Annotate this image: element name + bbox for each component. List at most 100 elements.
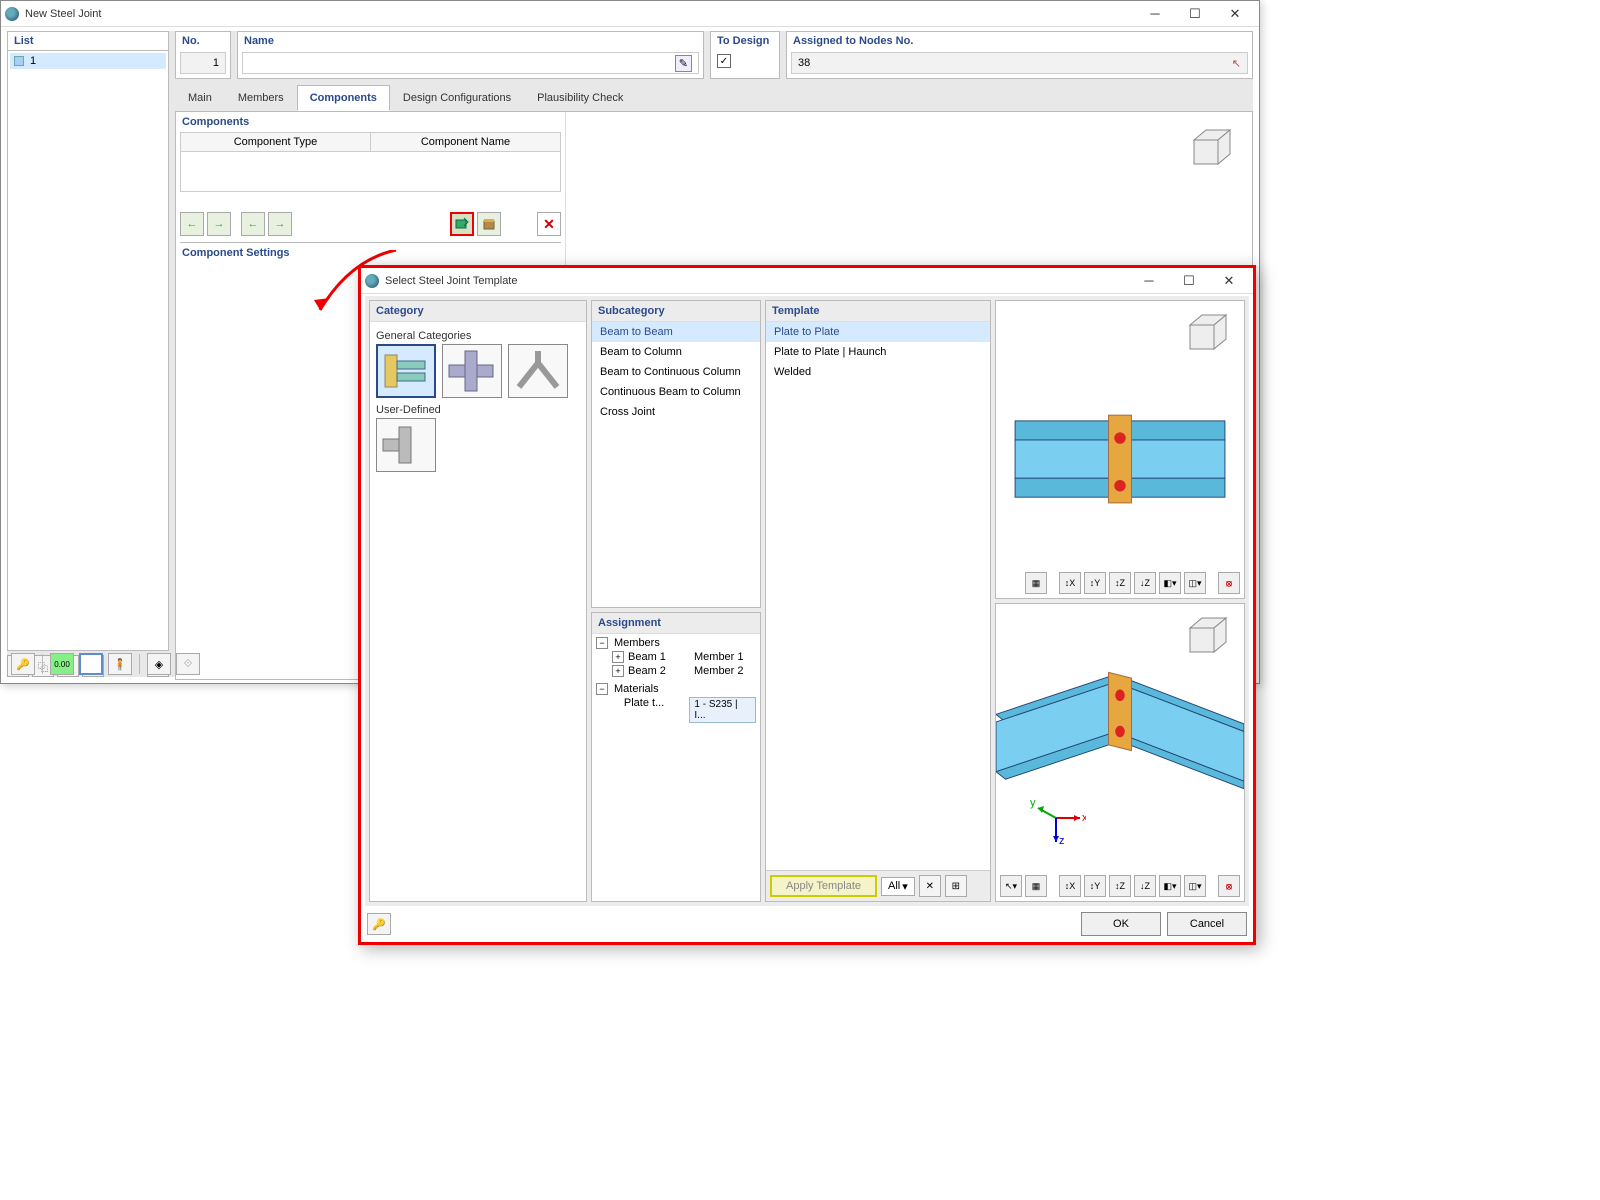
subcategory-item[interactable]: Cross Joint: [592, 402, 760, 422]
units-button[interactable]: 0.00: [50, 653, 74, 675]
col-type: Component Type: [181, 133, 370, 151]
orientation-cube-icon[interactable]: [1182, 122, 1242, 176]
dialog-close-button[interactable]: ✕: [1209, 269, 1249, 293]
render-button[interactable]: ◫▾: [1184, 572, 1206, 594]
ok-button[interactable]: OK: [1081, 912, 1161, 936]
library-button[interactable]: [477, 212, 501, 236]
components-header: Components: [180, 112, 561, 132]
render-button[interactable]: ◫▾: [1184, 875, 1206, 897]
reset-view-button[interactable]: ⦻: [1218, 875, 1240, 897]
template-item[interactable]: Welded: [766, 362, 990, 382]
expand-icon[interactable]: +: [612, 665, 624, 677]
pick-nodes-icon[interactable]: ↖: [1232, 57, 1241, 70]
materials-label: Materials: [612, 683, 659, 695]
orientation-cube-icon[interactable]: [1178, 307, 1238, 361]
template-dialog: Select Steel Joint Template ─ ☐ ✕ Catego…: [358, 265, 1256, 945]
dialog-titlebar: Select Steel Joint Template ─ ☐ ✕: [361, 268, 1253, 294]
subcategory-item[interactable]: Beam to Continuous Column: [592, 362, 760, 382]
iso-button[interactable]: ◧▾: [1159, 875, 1181, 897]
list-header: List: [7, 31, 169, 51]
collapse-icon[interactable]: −: [596, 637, 608, 649]
tab-design-config[interactable]: Design Configurations: [390, 85, 524, 111]
axis-neg-z-button[interactable]: ↓Z: [1134, 572, 1156, 594]
template-item[interactable]: Plate to Plate: [766, 322, 990, 342]
orientation-cube-icon[interactable]: [1178, 610, 1238, 664]
axis-y-button[interactable]: ↕Y: [1084, 572, 1106, 594]
components-table[interactable]: Component Type Component Name: [180, 132, 561, 192]
axis-x-button[interactable]: ↕X: [1059, 875, 1081, 897]
cancel-button[interactable]: Cancel: [1167, 912, 1247, 936]
assignment-header: Assignment: [592, 613, 760, 634]
template-header: Template: [766, 301, 990, 322]
category-thumb-3[interactable]: [508, 344, 568, 398]
assignment-preview-3d[interactable]: x y z ↖▾ ▦ ↕X ↕Y ↕Z ↓Z: [995, 603, 1245, 902]
design-checkbox[interactable]: [717, 54, 731, 68]
cursor-button[interactable]: ↖▾: [1000, 875, 1022, 897]
view-mode-button[interactable]: ▦: [1025, 875, 1047, 897]
apply-template-button[interactable]: Apply Template: [770, 875, 877, 897]
list-item-label: 1: [30, 55, 36, 67]
edit-name-icon[interactable]: ✎: [675, 55, 692, 72]
template-preview-3d[interactable]: ▦ ↕X ↕Y ↕Z ↓Z ◧▾ ◫▾ ⦻: [995, 300, 1245, 599]
category-thumb-2[interactable]: [442, 344, 502, 398]
tab-components[interactable]: Components: [297, 85, 390, 111]
axis-y-button[interactable]: ↕Y: [1084, 875, 1106, 897]
filter-dropdown[interactable]: All▾: [881, 877, 915, 896]
axis-x-button[interactable]: ↕X: [1059, 572, 1081, 594]
view-1-button[interactable]: [79, 653, 103, 675]
delete-component-button[interactable]: [537, 212, 561, 236]
no-field[interactable]: 1: [180, 52, 226, 74]
nodes-field[interactable]: 38 ↖: [791, 52, 1248, 74]
material-value[interactable]: 1 - S235 | I...: [689, 697, 756, 723]
tab-plausibility[interactable]: Plausibility Check: [524, 85, 636, 111]
move-left-button[interactable]: [241, 212, 265, 236]
add-from-template-button[interactable]: [450, 212, 474, 236]
move-right-button[interactable]: [207, 212, 231, 236]
subcategory-item[interactable]: Beam to Beam: [592, 322, 760, 342]
options-button[interactable]: ⊞: [945, 875, 967, 897]
col-name: Component Name: [370, 133, 560, 151]
list-item[interactable]: 1: [10, 53, 166, 69]
dialog-minimize-button[interactable]: ─: [1129, 269, 1169, 293]
name-field[interactable]: ✎: [242, 52, 699, 74]
minimize-button[interactable]: ─: [1135, 2, 1175, 26]
subcategory-list[interactable]: Beam to Beam Beam to Column Beam to Cont…: [592, 322, 760, 422]
move-first-button[interactable]: [180, 212, 204, 236]
view-toolbar-bottom: ↖▾ ▦ ↕X ↕Y ↕Z ↓Z ◧▾ ◫▾ ⦻: [1000, 875, 1240, 897]
subcategory-item[interactable]: Continuous Beam to Column: [592, 382, 760, 402]
dialog-maximize-button[interactable]: ☐: [1169, 269, 1209, 293]
axis-z-button[interactable]: ↕Z: [1109, 572, 1131, 594]
dialog-help-button[interactable]: 🔑: [367, 913, 391, 935]
template-list[interactable]: Plate to Plate Plate to Plate | Haunch W…: [766, 322, 990, 870]
assignment-tree[interactable]: − Members + Beam 1Member 1 + Beam 2Membe…: [592, 634, 760, 726]
reset-view-button[interactable]: ⦻: [1218, 572, 1240, 594]
help-button[interactable]: 🔑: [11, 653, 35, 675]
iso-button[interactable]: ◧▾: [1159, 572, 1181, 594]
view-mode-button[interactable]: ▦: [1025, 572, 1047, 594]
template-item[interactable]: Plate to Plate | Haunch: [766, 342, 990, 362]
close-button[interactable]: ✕: [1215, 2, 1255, 26]
category-thumb-1[interactable]: [376, 344, 436, 398]
view-3-button[interactable]: ◈: [147, 653, 171, 675]
view-4-button[interactable]: ⟐: [176, 653, 200, 675]
list-box[interactable]: 1: [7, 51, 169, 651]
name-label: Name: [238, 32, 703, 50]
axis-z-button[interactable]: ↕Z: [1109, 875, 1131, 897]
axis-neg-z-button[interactable]: ↓Z: [1134, 875, 1156, 897]
list-item-color-icon: [14, 56, 24, 66]
svg-text:z: z: [1059, 835, 1065, 847]
view-2-button[interactable]: 🧍: [108, 653, 132, 675]
view-toolbar-top: ▦ ↕X ↕Y ↕Z ↓Z ◧▾ ◫▾ ⦻: [1025, 572, 1240, 594]
maximize-button[interactable]: ☐: [1175, 2, 1215, 26]
nodes-label: Assigned to Nodes No.: [787, 32, 1252, 50]
tab-members[interactable]: Members: [225, 85, 297, 111]
clear-button[interactable]: ✕: [919, 875, 941, 897]
expand-icon[interactable]: +: [612, 651, 624, 663]
category-header: Category: [370, 301, 586, 322]
collapse-icon[interactable]: −: [596, 683, 608, 695]
tab-main[interactable]: Main: [175, 85, 225, 111]
chevron-down-icon: ▾: [902, 880, 908, 893]
move-last-button[interactable]: [268, 212, 292, 236]
category-thumb-user[interactable]: [376, 418, 436, 472]
subcategory-item[interactable]: Beam to Column: [592, 342, 760, 362]
